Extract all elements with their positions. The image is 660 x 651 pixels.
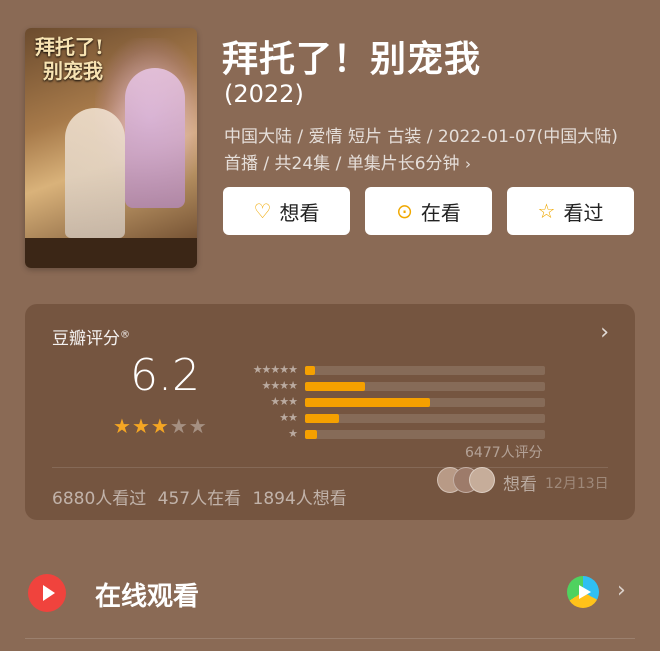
want-to-watch-label: 想看 [279, 200, 320, 225]
poster-title-line2: 别宠我 [43, 59, 103, 83]
watch-online-row[interactable]: 在线观看 › [25, 570, 635, 618]
star-empty-icon: ★ [188, 414, 208, 438]
friend-want-date: 12月13日 [545, 476, 609, 492]
star-level-label: ★ [288, 427, 298, 440]
distribution-bar [305, 366, 315, 375]
watched-button[interactable]: ☆ 看过 [507, 187, 634, 235]
distribution-track [305, 366, 545, 375]
watched-label: 看过 [563, 200, 604, 225]
star-empty-icon: ★ [169, 414, 189, 438]
poster-figure-female [125, 68, 185, 208]
divider [52, 467, 608, 468]
poster-figure-male [65, 108, 125, 238]
watch-stats: 6880人看过 457人在看 1894人想看 [52, 489, 347, 509]
chevron-right-icon[interactable]: › [600, 320, 609, 345]
watch-online-label: 在线观看 [95, 582, 200, 612]
rating-title-text: 豆瓣评分 [52, 329, 120, 349]
distribution-track [305, 414, 545, 423]
star-level-label: ★★★★★ [252, 363, 298, 376]
watching-button[interactable]: ⊙ 在看 [365, 187, 492, 235]
chevron-right-icon: › [464, 155, 471, 173]
rating-card[interactable]: 豆瓣评分® › 6.2 ★★★★★ ★★★★★ ★★★★ ★★★ ★★ ★ 64… [25, 304, 635, 520]
watching-label: 在看 [420, 200, 461, 225]
star-level-label: ★★ [279, 411, 298, 424]
distribution-bar [305, 382, 365, 391]
star-outline-icon: ☆ [537, 199, 556, 223]
release-year: (2022) [224, 80, 304, 108]
star-filled-icon: ★ [113, 414, 132, 438]
star-level-label: ★★★★ [261, 379, 298, 392]
distribution-track [305, 430, 545, 439]
star-filled-icon: ★ [150, 414, 170, 438]
chevron-right-icon: › [617, 578, 626, 603]
want-to-watch-button[interactable]: ♡ 想看 [223, 187, 350, 235]
friend-want-label: 想看 [503, 475, 537, 495]
play-icon [28, 574, 66, 612]
rating-title: 豆瓣评分® [52, 324, 130, 349]
star-level-label: ★★★ [270, 395, 298, 408]
poster-title-line1: 拜托了! [35, 35, 104, 59]
poster-image[interactable]: 拜托了! 别宠我 [25, 28, 197, 268]
rating-score: 6.2 [130, 350, 200, 401]
poster-table [25, 238, 197, 268]
rating-stars: ★★★★★ [113, 414, 208, 438]
avatar [469, 467, 495, 493]
distribution-track [305, 398, 545, 407]
meta-info[interactable]: 中国大陆 / 爱情 短片 古装 / 2022-01-07(中国大陆)首播 / 共… [224, 124, 624, 178]
star-filled-icon: ★ [131, 414, 151, 438]
distribution-bar [305, 398, 430, 407]
tencent-video-icon [567, 576, 599, 608]
heart-plus-icon: ♡ [253, 199, 272, 223]
meta-text: 中国大陆 / 爱情 短片 古装 / 2022-01-07(中国大陆)首播 / 共… [224, 127, 618, 174]
distribution-bar [305, 414, 339, 423]
friend-avatars[interactable] [437, 467, 497, 493]
distribution-bar [305, 430, 317, 439]
divider [25, 638, 635, 639]
page-title: 拜托了！别宠我 [222, 39, 482, 80]
distribution-track [305, 382, 545, 391]
registered-mark: ® [120, 329, 130, 341]
circle-dot-icon: ⊙ [396, 199, 413, 223]
rating-count: 6477人评分 [465, 445, 543, 461]
